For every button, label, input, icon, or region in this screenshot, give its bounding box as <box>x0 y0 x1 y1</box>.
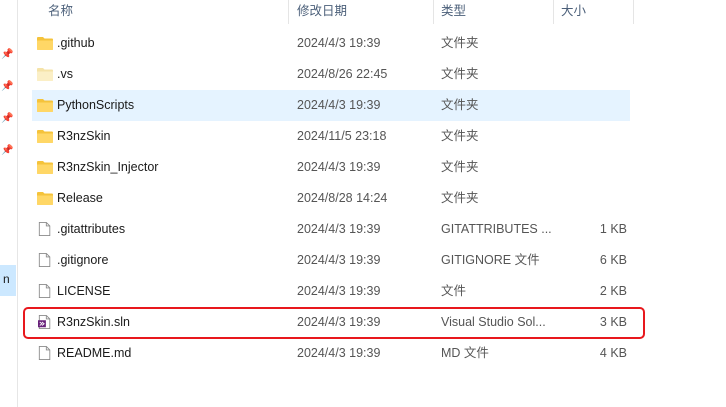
file-row[interactable]: README.md 2024/4/3 19:39 MD 文件 4 KB <box>32 338 630 369</box>
file-icon <box>38 253 51 267</box>
file-row[interactable]: R3nzSkin 2024/11/5 23:18 文件夹 <box>32 121 630 152</box>
column-header-type[interactable]: 类型 <box>441 0 466 24</box>
column-header-size[interactable]: 大小 <box>561 0 586 24</box>
nav-item-selected[interactable]: n <box>0 265 16 296</box>
file-type: 文件 <box>441 284 467 298</box>
folder-icon <box>37 192 53 205</box>
navigation-pane: 📌 📌 📌 📌 n <box>0 0 18 407</box>
column-divider[interactable] <box>553 0 554 24</box>
file-type: 文件夹 <box>441 36 479 50</box>
column-divider[interactable] <box>433 0 434 24</box>
pin-icon[interactable]: 📌 <box>1 145 13 157</box>
file-size: 2 KB <box>599 284 627 298</box>
file-date: 2024/8/28 14:24 <box>297 191 388 205</box>
folder-hidden-icon <box>37 68 53 81</box>
file-name: README.md <box>57 346 132 360</box>
column-header-date[interactable]: 修改日期 <box>297 0 347 24</box>
folder-icon <box>37 37 53 50</box>
column-header-name[interactable]: 名称 <box>48 0 73 24</box>
file-name: PythonScripts <box>57 98 135 112</box>
file-name: LICENSE <box>57 284 111 298</box>
file-icon <box>38 284 51 298</box>
file-row[interactable]: .gitignore 2024/4/3 19:39 GITIGNORE 文件 6… <box>32 245 630 276</box>
nav-item-label: n <box>3 272 10 286</box>
highlight-box <box>23 307 645 339</box>
file-date: 2024/8/26 22:45 <box>297 67 388 81</box>
file-type: 文件夹 <box>441 191 479 205</box>
column-header-row: 名称 修改日期 类型 大小 <box>24 0 724 24</box>
file-date: 2024/4/3 19:39 <box>297 253 381 267</box>
pin-icon[interactable]: 📌 <box>1 81 13 93</box>
file-type: 文件夹 <box>441 98 479 112</box>
file-name: Release <box>57 191 103 205</box>
file-name: .github <box>57 36 95 50</box>
file-date: 2024/4/3 19:39 <box>297 160 381 174</box>
file-name: R3nzSkin_Injector <box>57 160 159 174</box>
pin-icon[interactable]: 📌 <box>1 49 13 61</box>
file-row[interactable]: PythonScripts 2024/4/3 19:39 文件夹 <box>32 90 630 121</box>
file-type: GITIGNORE 文件 <box>441 253 540 267</box>
file-name: .vs <box>57 67 73 81</box>
file-name: .gitignore <box>57 253 109 267</box>
file-type: GITATTRIBUTES ... <box>441 222 552 236</box>
file-type: 文件夹 <box>441 67 479 81</box>
column-divider[interactable] <box>633 0 634 24</box>
file-name: .gitattributes <box>57 222 126 236</box>
file-row[interactable]: .github 2024/4/3 19:39 文件夹 <box>32 28 630 59</box>
file-date: 2024/11/5 23:18 <box>297 129 387 143</box>
file-date: 2024/4/3 19:39 <box>297 284 381 298</box>
folder-icon <box>37 161 53 174</box>
file-row[interactable]: LICENSE 2024/4/3 19:39 文件 2 KB <box>32 276 630 307</box>
file-row[interactable]: .vs 2024/8/26 22:45 文件夹 <box>32 59 630 90</box>
file-icon <box>38 346 51 360</box>
file-date: 2024/4/3 19:39 <box>297 346 381 360</box>
file-date: 2024/4/3 19:39 <box>297 222 381 236</box>
file-row[interactable]: .gitattributes 2024/4/3 19:39 GITATTRIBU… <box>32 214 630 245</box>
file-size: 6 KB <box>599 253 627 267</box>
file-icon <box>38 222 51 236</box>
file-name: R3nzSkin <box>57 129 111 143</box>
folder-icon <box>37 99 53 112</box>
file-row[interactable]: R3nzSkin_Injector 2024/4/3 19:39 文件夹 <box>32 152 630 183</box>
file-size: 4 KB <box>599 346 627 360</box>
pin-icon[interactable]: 📌 <box>1 113 13 125</box>
file-type: 文件夹 <box>441 129 479 143</box>
file-date: 2024/4/3 19:39 <box>297 36 381 50</box>
file-type: 文件夹 <box>441 160 479 174</box>
file-size: 1 KB <box>599 222 627 236</box>
column-divider[interactable] <box>288 0 289 24</box>
folder-icon <box>37 130 53 143</box>
file-type: MD 文件 <box>441 346 489 360</box>
file-date: 2024/4/3 19:39 <box>297 98 381 112</box>
file-row[interactable]: Release 2024/8/28 14:24 文件夹 <box>32 183 630 214</box>
